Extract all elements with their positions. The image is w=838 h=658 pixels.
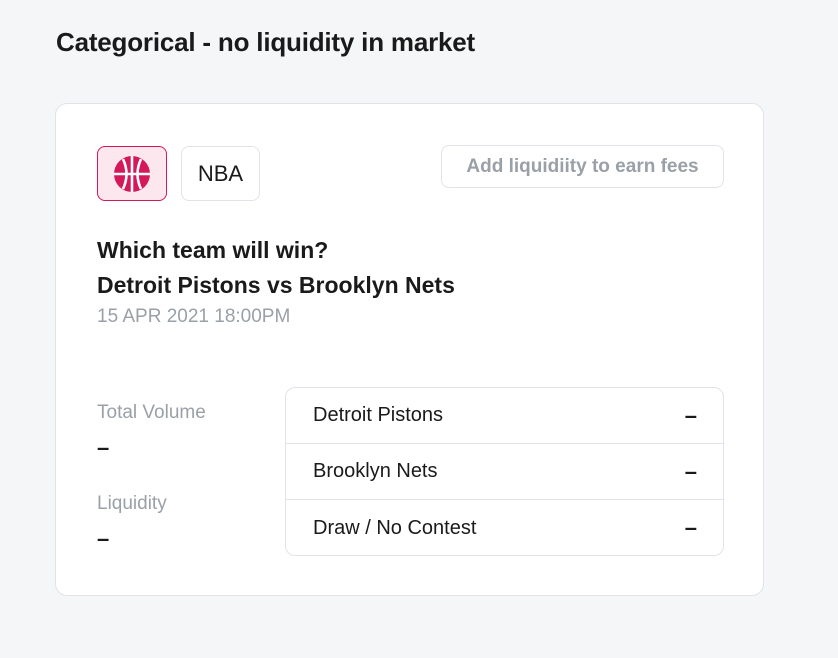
liquidity-label: Liquidity — [97, 493, 167, 514]
total-volume-label: Total Volume — [97, 402, 206, 423]
outcome-name: Detroit Pistons — [313, 404, 444, 426]
total-volume-value: – — [97, 435, 110, 460]
outcome-row[interactable]: Detroit Pistons – — [286, 388, 723, 444]
outcome-value: – — [684, 458, 697, 484]
add-liquidity-button[interactable]: Add liquidiity to earn fees — [441, 145, 724, 188]
outcomes-list: Detroit Pistons – Brooklyn Nets – Draw /… — [285, 387, 724, 556]
market-question: Which team will win? Detroit Pistons vs … — [97, 233, 455, 303]
market-date: 15 APR 2021 18:00PM — [97, 306, 291, 327]
league-badge[interactable]: NBA — [181, 146, 260, 201]
outcome-row[interactable]: Brooklyn Nets – — [286, 444, 723, 500]
question-title: Which team will win? — [97, 237, 329, 263]
basketball-icon — [113, 155, 151, 193]
outcome-name: Draw / No Contest — [313, 516, 477, 539]
outcome-value: – — [684, 515, 697, 540]
outcome-name: Brooklyn Nets — [313, 460, 438, 482]
outcome-row[interactable]: Draw / No Contest – — [286, 500, 723, 555]
question-matchup: Detroit Pistons vs Brooklyn Nets — [97, 272, 455, 298]
page-title: Categorical - no liquidity in market — [56, 27, 475, 57]
market-card[interactable]: NBA Add liquidiity to earn fees Which te… — [55, 103, 764, 596]
liquidity-value: – — [97, 526, 110, 551]
category-badge[interactable] — [97, 146, 167, 201]
outcome-value: – — [684, 402, 697, 428]
